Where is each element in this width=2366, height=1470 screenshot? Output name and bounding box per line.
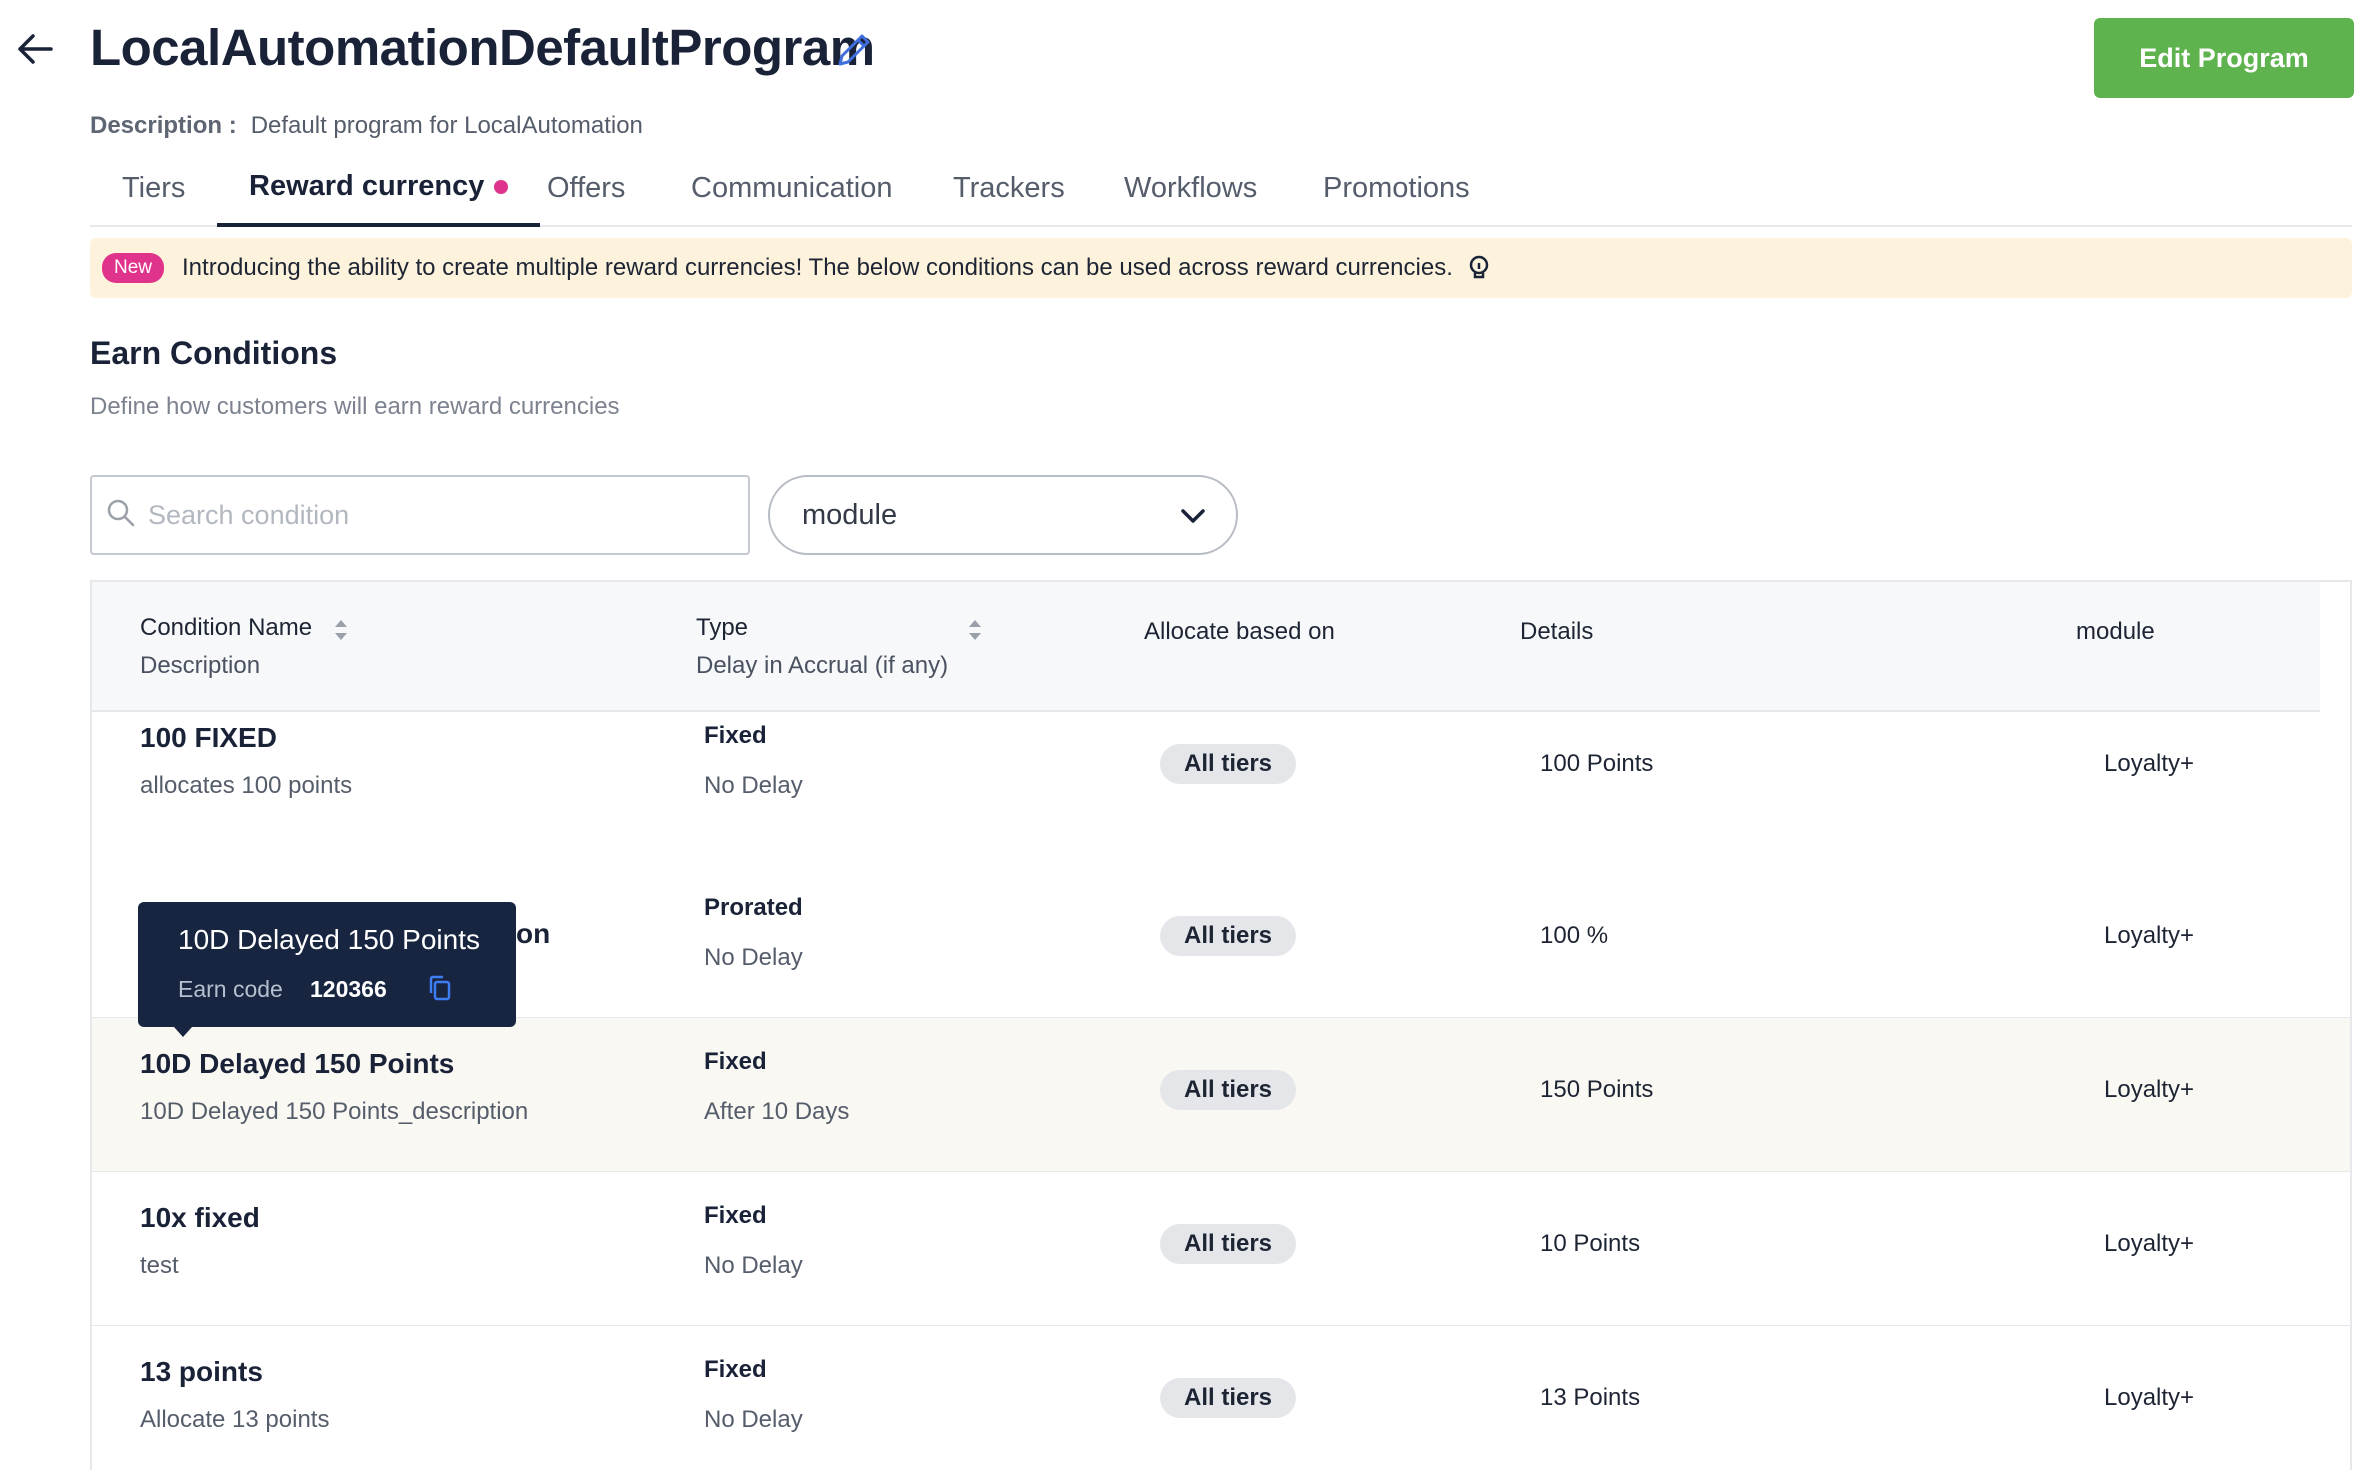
chevron-down-icon [1180, 499, 1206, 532]
condition-type: Fixed [704, 1202, 767, 1229]
tab-offers[interactable]: Offers [547, 150, 625, 227]
condition-delay: No Delay [704, 1252, 803, 1279]
tab-label: Tiers [122, 172, 186, 204]
section-subtitle: Define how customers will earn reward cu… [90, 393, 620, 420]
tab-tiers[interactable]: Tiers [122, 150, 185, 227]
condition-details: 150 Points [1540, 1076, 1654, 1103]
header-label: Condition Name [140, 614, 313, 641]
allocate-pill: All tiers [1160, 916, 1297, 956]
announcement-banner: New Introducing the ability to create mu… [90, 238, 2352, 298]
page-title: LocalAutomationDefaultProgram [90, 19, 875, 76]
condition-tooltip: 10D Delayed 150 Points Earn code 120366 [138, 902, 516, 1037]
condition-details: 100 % [1540, 922, 1609, 949]
condition-type: Fixed [704, 1048, 767, 1075]
tab-label: Communication [691, 172, 893, 204]
description-value: Default program for LocalAutomation [250, 112, 643, 139]
condition-module: Loyalty+ [2104, 750, 2195, 777]
new-badge: New [102, 253, 165, 283]
sort-icon[interactable] [332, 616, 350, 644]
pencil-icon[interactable] [834, 28, 876, 70]
tooltip-arrow [174, 1027, 192, 1037]
module-dropdown[interactable]: module [768, 475, 1238, 555]
header-sublabel: Delay in Accrual (if any) [696, 652, 949, 679]
sort-icon[interactable] [966, 616, 984, 644]
table-row[interactable]: 10x fixed test Fixed No Delay All tiers … [92, 1172, 2350, 1327]
truncated-condition-name: on [516, 918, 551, 949]
condition-delay: No Delay [704, 772, 803, 799]
condition-type: Fixed [704, 1356, 767, 1383]
tab-workflows[interactable]: Workflows [1124, 150, 1257, 227]
description-label: Description : [90, 112, 237, 139]
condition-module: Loyalty+ [2104, 922, 2195, 949]
lightbulb-icon [1465, 254, 1493, 282]
column-header-details: Details [1520, 618, 1594, 645]
allocate-pill: All tiers [1160, 1378, 1297, 1418]
condition-description: 10D Delayed 150 Points_description [140, 1098, 529, 1125]
condition-details: 100 Points [1540, 750, 1654, 777]
condition-delay: After 10 Days [704, 1098, 850, 1125]
condition-type: Fixed [704, 722, 767, 749]
tab-label: Promotions [1323, 172, 1470, 204]
edit-program-button[interactable]: Edit Program [2094, 18, 2354, 98]
condition-name: 13 points [140, 1356, 263, 1387]
column-header-allocate: Allocate based on [1144, 618, 1335, 645]
condition-name: 10D Delayed 150 Points [140, 1048, 455, 1079]
condition-name: 100 FIXED [140, 722, 277, 753]
tab-label: Trackers [953, 172, 1065, 204]
header-sublabel: Description [140, 652, 261, 679]
condition-type: Prorated [704, 894, 803, 921]
search-icon [106, 498, 136, 533]
condition-module: Loyalty+ [2104, 1384, 2195, 1411]
program-description: Description : Default program for LocalAu… [90, 112, 643, 140]
tab-communication[interactable]: Communication [691, 150, 892, 227]
copy-icon[interactable] [426, 974, 454, 1002]
tab-bar: Tiers Reward currency Offers Communicati… [90, 150, 2352, 227]
table-row[interactable]: 10D Delayed 150 Points 10D Delayed 150 P… [92, 1018, 2350, 1173]
column-header-type: Type Delay in Accrual (if any) [696, 614, 948, 680]
earn-code-label: Earn code [178, 976, 283, 1002]
condition-module: Loyalty+ [2104, 1076, 2195, 1103]
tab-reward-currency[interactable]: Reward currency [217, 150, 541, 227]
section-title: Earn Conditions [90, 335, 338, 371]
table-header: Condition Name Description Type Delay in… [92, 582, 2320, 712]
tab-label: Workflows [1124, 172, 1258, 204]
tab-label: Reward currency [249, 170, 485, 202]
banner-text: Introducing the ability to create multip… [182, 254, 1453, 281]
condition-name: 10x fixed [140, 1202, 260, 1233]
tooltip-title: 10D Delayed 150 Points [178, 924, 480, 955]
unread-dot-icon [494, 179, 509, 194]
table-row[interactable]: 100 FIXED allocates 100 points Fixed No … [92, 722, 2350, 877]
allocate-pill: All tiers [1160, 1224, 1297, 1264]
condition-details: 10 Points [1540, 1230, 1641, 1257]
condition-description: test [140, 1252, 179, 1279]
tab-label: Offers [547, 172, 626, 204]
earn-code-value: 120366 [310, 976, 387, 1002]
search-input[interactable] [148, 499, 708, 531]
condition-description: Allocate 13 points [140, 1406, 330, 1433]
condition-module: Loyalty+ [2104, 1230, 2195, 1257]
condition-details: 13 Points [1540, 1384, 1641, 1411]
allocate-pill: All tiers [1160, 744, 1297, 784]
table-row[interactable]: 13 points Allocate 13 points Fixed No De… [92, 1326, 2350, 1470]
header-label: Type [696, 614, 749, 641]
condition-description: allocates 100 points [140, 772, 353, 799]
condition-delay: No Delay [704, 1406, 803, 1433]
column-header-condition-name: Condition Name Description [140, 614, 312, 680]
search-field[interactable] [90, 475, 750, 555]
column-header-module: module [2076, 618, 2155, 645]
module-dropdown-value: module [802, 498, 898, 531]
back-arrow-icon[interactable] [14, 28, 56, 70]
condition-delay: No Delay [704, 944, 803, 971]
allocate-pill: All tiers [1160, 1070, 1297, 1110]
tab-trackers[interactable]: Trackers [953, 150, 1065, 227]
tab-promotions[interactable]: Promotions [1323, 150, 1470, 227]
